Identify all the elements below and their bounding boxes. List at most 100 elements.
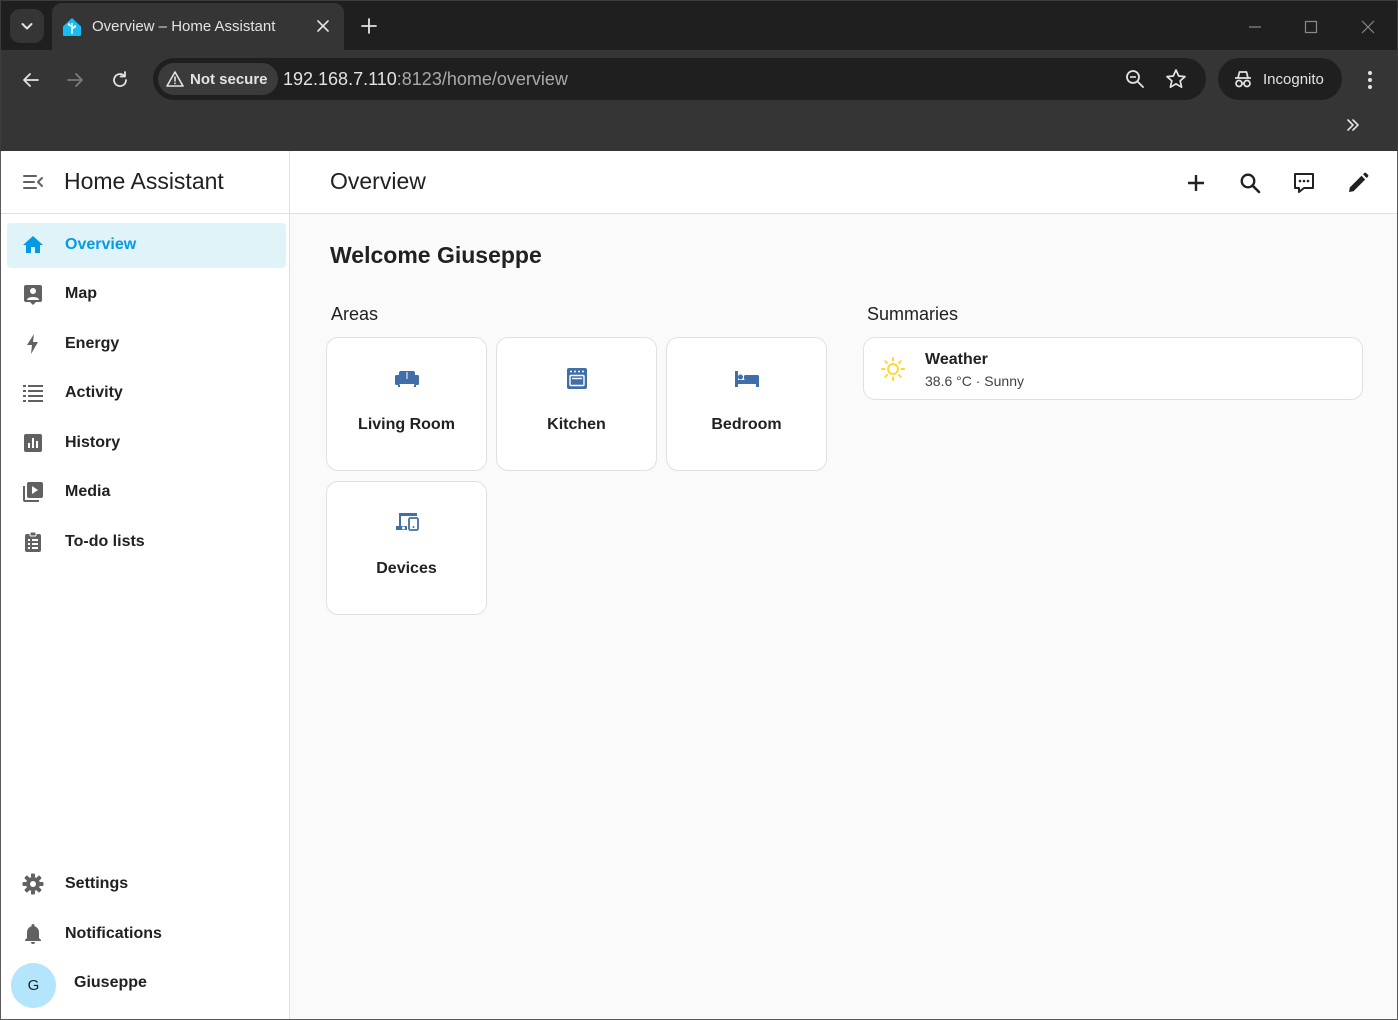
summaries-heading: Summaries [867, 304, 959, 324]
security-label: Not secure [190, 70, 268, 88]
arrow-right-icon [67, 73, 83, 87]
assist-button[interactable] [1291, 170, 1317, 196]
sidebar-item-label: Overview [65, 236, 137, 253]
url-path: :8123/home/overview [396, 69, 568, 89]
area-card-label: Bedroom [711, 416, 782, 433]
browser-menu-button[interactable] [1357, 65, 1383, 95]
back-button[interactable] [16, 65, 46, 95]
edit-dashboard-button[interactable] [1345, 170, 1371, 196]
clipboard-list-icon [25, 531, 41, 552]
forward-button[interactable] [60, 65, 90, 95]
chevron-down-icon [21, 23, 33, 30]
area-card-label: Living Room [358, 416, 455, 433]
sidebar-item-settings[interactable]: Settings [7, 862, 286, 907]
sidebar-item-label: Media [65, 483, 111, 500]
url-host: 192.168.7.110 [283, 69, 397, 89]
url-text: 192.168.7.110:8123/home/overview [283, 69, 568, 90]
main-header: Overview [290, 151, 1397, 214]
comment-processing-icon [1294, 173, 1314, 193]
tab-close-button[interactable] [312, 15, 334, 37]
sidebar-item-label: Notifications [65, 925, 162, 942]
sidebar-item-profile[interactable]: G Giuseppe [7, 961, 286, 1008]
sidebar-item-label: Settings [65, 875, 129, 892]
gear-icon [22, 873, 44, 895]
browser-toolbar: Not secure 192.168.7.110:8123/home/overv… [0, 50, 1398, 151]
bookmark-button[interactable] [1164, 67, 1188, 91]
reload-button[interactable] [105, 65, 135, 95]
area-card-devices[interactable]: Devices [326, 481, 487, 615]
star-outline-icon [1166, 69, 1186, 89]
new-tab-button[interactable] [356, 13, 382, 39]
sidebar-item-todo-lists[interactable]: To-do lists [7, 520, 286, 565]
arrow-left-icon [23, 73, 39, 87]
add-button[interactable] [1183, 170, 1209, 196]
maximize-icon [1304, 20, 1318, 34]
more-vertical-icon [1368, 71, 1372, 89]
sidebar-item-overview[interactable]: Overview [7, 223, 286, 268]
activity-list-icon [23, 385, 43, 402]
sidebar-item-notifications[interactable]: Notifications [7, 912, 286, 957]
home-assistant-logo-icon [63, 18, 81, 36]
search-icon [1240, 173, 1261, 194]
close-window-button[interactable] [1355, 14, 1381, 40]
browser-tab[interactable]: Overview – Home Assistant [52, 3, 344, 51]
sofa-icon [395, 371, 419, 387]
area-card-living-room[interactable]: Living Room [326, 337, 487, 471]
sidebar-item-activity[interactable]: Activity [7, 371, 286, 416]
address-bar[interactable]: Not secure 192.168.7.110:8123/home/overv… [153, 58, 1206, 100]
sidebar-item-map[interactable]: Map [7, 272, 286, 317]
page-title: Overview [330, 168, 426, 194]
incognito-profile-button[interactable]: Incognito [1218, 58, 1342, 100]
minimize-icon [1249, 26, 1261, 28]
area-card-bedroom[interactable]: Bedroom [666, 337, 827, 471]
devices-icon [396, 513, 419, 531]
bed-icon [735, 371, 759, 387]
bookmarks-overflow-button[interactable] [1341, 113, 1365, 137]
close-icon [317, 20, 329, 32]
maximize-window-button[interactable] [1298, 14, 1324, 40]
avatar: G [11, 963, 56, 1008]
bell-icon [25, 924, 41, 944]
warning-triangle-icon [166, 71, 184, 87]
pencil-icon [1349, 172, 1369, 192]
sidebar: Home Assistant Overview Map Energy Activ… [1, 151, 290, 1019]
summary-name: Weather [925, 351, 988, 368]
area-card-kitchen[interactable]: Kitchen [496, 337, 657, 471]
security-chip[interactable]: Not secure [158, 63, 278, 95]
chevron-double-right-icon [1347, 119, 1359, 131]
sidebar-item-label: Energy [65, 335, 120, 352]
sidebar-item-history[interactable]: History [7, 421, 286, 466]
reload-icon [113, 71, 127, 87]
weather-sunny-icon [881, 357, 905, 381]
sidebar-item-label: Activity [65, 384, 123, 401]
search-button[interactable] [1237, 170, 1263, 196]
zoom-out-icon [1126, 70, 1144, 88]
incognito-label: Incognito [1263, 70, 1324, 88]
browser-titlebar: Overview – Home Assistant [0, 0, 1398, 51]
main-content: Overview Welcome Giuseppe Areas Summarie… [290, 151, 1397, 1019]
menu-open-icon[interactable] [21, 170, 45, 194]
sidebar-header: Home Assistant [1, 151, 289, 214]
sidebar-item-label: History [65, 434, 121, 451]
zoom-button[interactable] [1123, 67, 1147, 91]
sidebar-title: Home Assistant [64, 168, 224, 194]
plus-icon [361, 18, 377, 34]
summary-state: 38.6 °C · Sunny [925, 373, 1024, 389]
areas-heading: Areas [331, 304, 379, 324]
summary-card-weather[interactable]: Weather 38.6 °C · Sunny [863, 337, 1363, 400]
map-icon [24, 285, 42, 305]
chart-box-icon [24, 434, 42, 452]
area-card-label: Kitchen [547, 416, 606, 433]
incognito-icon [1235, 71, 1251, 88]
sidebar-item-label: Giuseppe [74, 974, 147, 991]
play-box-multiple-icon [23, 482, 43, 502]
minimize-window-button[interactable] [1242, 14, 1268, 40]
tab-title: Overview – Home Assistant [92, 18, 276, 35]
sidebar-item-label: Map [65, 285, 97, 302]
stove-icon [567, 368, 587, 389]
sidebar-item-media[interactable]: Media [7, 470, 286, 515]
sidebar-item-energy[interactable]: Energy [7, 322, 286, 367]
sidebar-item-label: To-do lists [65, 533, 145, 550]
tab-search-button[interactable] [10, 9, 44, 43]
close-icon [1361, 20, 1375, 34]
